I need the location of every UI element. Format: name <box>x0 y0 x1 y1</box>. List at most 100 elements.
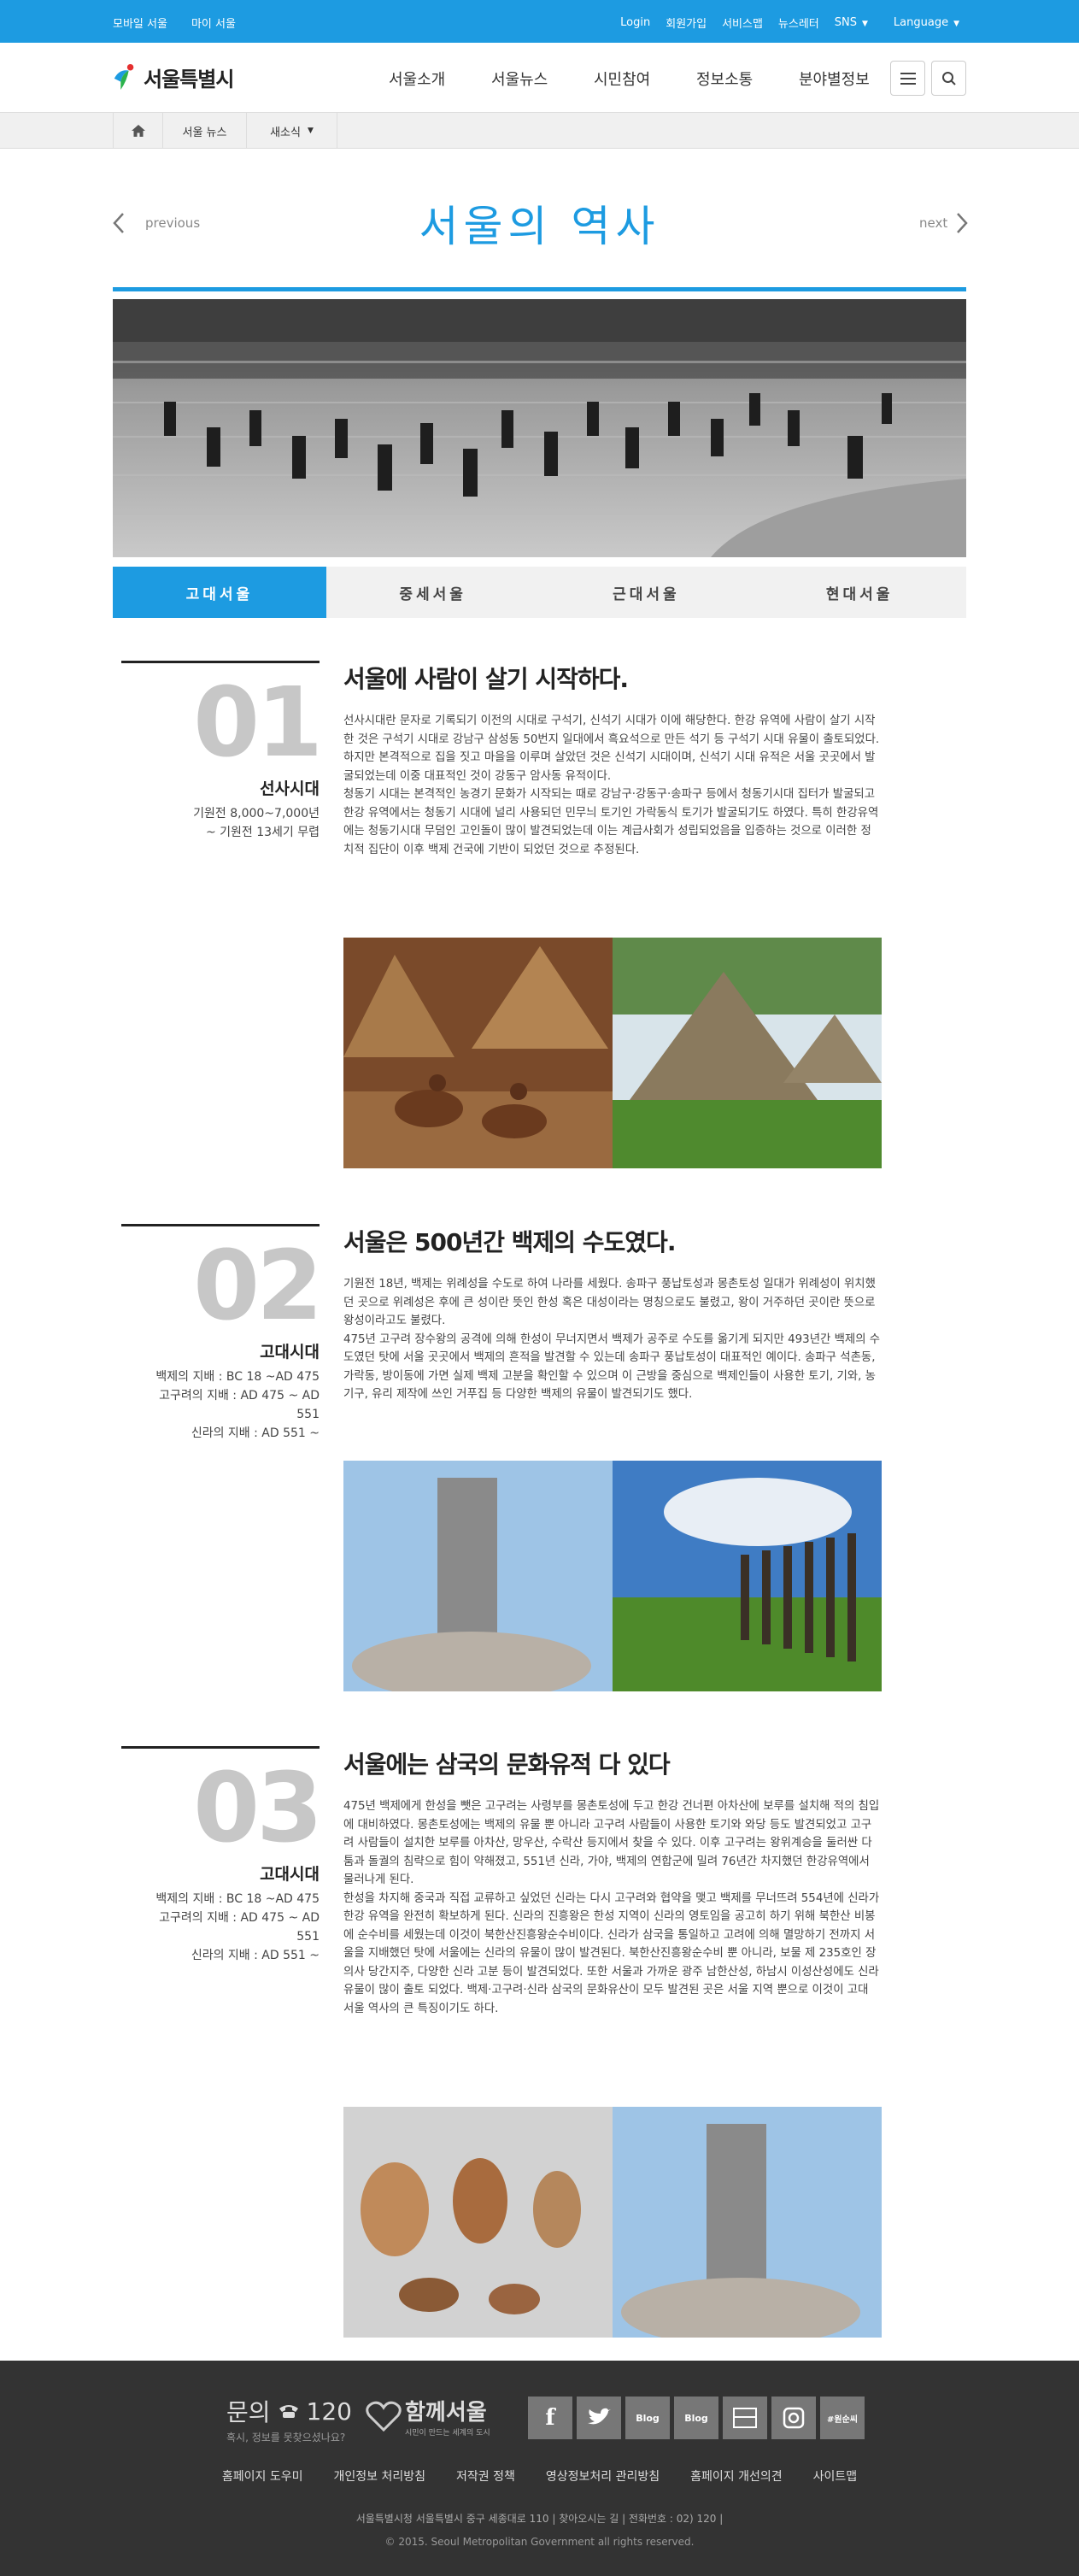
mayor-sns-label: #원순씨 <box>827 2414 858 2425</box>
nav-item-seoul-intro[interactable]: 서울소개 <box>389 68 491 90</box>
sns-label: SNS <box>834 16 857 29</box>
chevron-down-icon: ▼ <box>953 20 959 28</box>
contact-block: 문의 120 혹시, 정보를 못찾으셨나요? <box>226 2394 352 2444</box>
tab-early-modern-seoul[interactable]: 근대서울 <box>540 567 754 618</box>
service-map-link[interactable]: 서비스맵 <box>722 15 763 31</box>
section-body: 서울에는 삼국의 문화유적 다 있다 475년 백제에게 한성을 뺏은 고구려는… <box>343 1746 882 2018</box>
contact-label: 문의 <box>226 2398 271 2426</box>
page-title: 서울의 역사 <box>419 202 660 251</box>
twitter-icon <box>588 2408 611 2425</box>
footer-link-sitemap[interactable]: 사이트맵 <box>813 2467 858 2485</box>
footer-link-copyright[interactable]: 저작권 정책 <box>456 2467 515 2485</box>
language-label: Language <box>893 16 949 29</box>
title-divider <box>113 287 966 291</box>
breadcrumb: 서울 뉴스 새소식 ▼ <box>0 113 1079 149</box>
section-number: 01 <box>193 668 323 779</box>
newsletter-link[interactable]: 뉴스레터 <box>778 15 819 31</box>
instagram-button[interactable] <box>771 2397 816 2439</box>
mayor-sns-button[interactable]: #원순씨 <box>820 2397 865 2439</box>
pottery-artifacts-photo <box>343 2107 613 2338</box>
section-paragraph: 청동기 시대는 본격적인 농경기 문화가 시작되는 때로 강남구·강동구·송파구… <box>343 788 879 856</box>
breadcrumb-item-newsitems[interactable]: 새소식 ▼ <box>247 113 337 149</box>
monument-stele-photo <box>343 1461 613 1691</box>
language-dropdown[interactable]: Language ▼ <box>894 16 959 29</box>
login-link[interactable]: Login <box>620 16 650 29</box>
section-number: 03 <box>193 1753 323 1864</box>
menu-button[interactable] <box>890 61 925 96</box>
nav-item-info[interactable]: 정보소통 <box>696 68 799 90</box>
section-meta: 03 고대시대 백제의 지배 : BC 18 ~AD 475 고구려의 지배 :… <box>121 1746 323 1965</box>
naver-blog-button[interactable]: Blog <box>674 2397 718 2439</box>
seoul-logo[interactable]: 서울특별시 <box>111 62 234 92</box>
slogan-sub: 시민이 만드는 세계의 도시 <box>405 2429 490 2438</box>
instagram-icon <box>783 2407 805 2429</box>
sns-dropdown[interactable]: SNS ▼ <box>835 16 868 29</box>
section-body: 서울은 500년간 백제의 수도였다. 기원전 18년, 백제는 위례성을 수도… <box>343 1224 882 1404</box>
amsadong-huts-photo <box>613 938 882 1168</box>
section-era: 고대시대 <box>260 1865 320 1884</box>
twitter-button[interactable] <box>577 2397 621 2439</box>
section-paragraph: 475년 고구려 장수왕의 공격에 의해 한성이 무너지면서 백제가 공주로 수… <box>343 1332 881 1402</box>
breadcrumb-item-label: 새소식 <box>270 126 301 139</box>
global-nav: 서울소개 서울뉴스 시민참여 정보소통 분야별정보 <box>389 68 901 90</box>
section-meta: 01 선사시대 기원전 8,000~7,000년 ~ 기원전 13세기 무렵 <box>121 661 323 842</box>
hamburger-icon <box>900 72 916 85</box>
footer-address: 서울특별시청 서울특별시 중구 세종대로 110 | 찾아오시는 길 | 전화번… <box>355 2513 724 2525</box>
tab-modern-seoul[interactable]: 현대서울 <box>753 567 966 618</box>
section-meta: 02 고대시대 백제의 지배 : BC 18 ~AD 475 고구려의 지배 :… <box>121 1224 323 1443</box>
footer-copyright: © 2015. Seoul Metropolitan Government al… <box>384 2536 695 2548</box>
section-text: 기원전 18년, 백제는 위례성을 수도로 하여 나라를 세웠다. 송파구 풍납… <box>343 1275 882 1404</box>
section-heading: 서울은 500년간 백제의 수도였다. <box>343 1228 676 1256</box>
section-era: 선사시대 <box>260 779 320 798</box>
logo-text: 서울특별시 <box>144 67 234 91</box>
main-header: 서울특별시 서울소개 서울뉴스 시민참여 정보소통 분야별정보 <box>0 43 1079 113</box>
webtoon-button[interactable] <box>723 2397 767 2439</box>
nav-item-fields[interactable]: 분야별정보 <box>799 68 901 90</box>
footer-link-help[interactable]: 홈페이지 도우미 <box>222 2467 303 2485</box>
site-footer: 문의 120 혹시, 정보를 못찾으셨나요? 함께서울 시민이 만드는 세계의 … <box>0 2361 1079 2576</box>
heart-logo-icon <box>366 2401 402 2432</box>
tab-medieval-seoul[interactable]: 중세서울 <box>326 567 540 618</box>
signup-link[interactable]: 회원가입 <box>666 15 707 31</box>
my-seoul-link[interactable]: 마이 서울 <box>191 15 236 31</box>
next-link[interactable]: next <box>919 212 968 234</box>
section-image-pair <box>343 2107 882 2338</box>
section-period: 백제의 지배 : BC 18 ~AD 475 고구려의 지배 : AD 475 … <box>155 1892 320 1962</box>
section-text: 475년 백제에게 한성을 뺏은 고구려는 사령부를 몽촌토성에 두고 한강 건… <box>343 1797 882 2018</box>
section-image-pair <box>343 1461 882 1691</box>
breadcrumb-item-news[interactable]: 서울 뉴스 <box>163 113 247 149</box>
nav-item-seoul-news[interactable]: 서울뉴스 <box>491 68 594 90</box>
footer-link-feedback[interactable]: 홈페이지 개선의견 <box>690 2467 783 2485</box>
section-paragraph: 선사시대란 문자로 기록되기 이전의 시대로 구석기, 신석기 시대가 이에 해… <box>343 715 880 783</box>
facebook-button[interactable]: f <box>528 2397 572 2439</box>
slogan: 함께서울 <box>405 2400 487 2426</box>
search-button[interactable] <box>931 61 966 96</box>
section-era: 고대시대 <box>260 1343 320 1362</box>
tab-ancient-seoul[interactable]: 고대서울 <box>113 567 326 618</box>
contact-sub: 혹시, 정보를 못찾으셨나요? <box>226 2432 346 2444</box>
section-paragraph: 기원전 18년, 백제는 위례성을 수도로 하여 나라를 세웠다. 송파구 풍납… <box>343 1278 876 1327</box>
footer-link-privacy[interactable]: 개인정보 처리방침 <box>333 2467 425 2485</box>
section-number: 02 <box>193 1231 323 1342</box>
mobile-seoul-link[interactable]: 모바일 서울 <box>113 15 167 31</box>
footer-link-cctv-policy[interactable]: 영상정보처리 관리방침 <box>546 2467 660 2485</box>
fortress-wall-photo <box>613 1461 882 1691</box>
home-icon <box>131 125 145 137</box>
prehistoric-diorama-photo <box>343 938 613 1168</box>
contact-number: 120 <box>306 2397 352 2426</box>
chevron-down-icon: ▼ <box>862 20 868 28</box>
blog-button[interactable]: Blog <box>625 2397 670 2439</box>
section-period: 백제의 지배 : BC 18 ~AD 475 고구려의 지배 : AD 475 … <box>155 1370 320 1440</box>
nav-item-citizen[interactable]: 시민참여 <box>594 68 696 90</box>
section-body: 서울에 사람이 살기 시작하다. 선사시대란 문자로 기록되기 이전의 시대로 … <box>343 661 882 859</box>
section-paragraph: 475년 백제에게 한성을 뺏은 고구려는 사령부를 몽촌토성에 두고 한강 건… <box>343 1800 880 1886</box>
blog-label: Blog <box>684 2412 708 2424</box>
chevron-down-icon: ▼ <box>307 126 314 135</box>
section-text: 선사시대란 문자로 기록되기 이전의 시대로 구석기, 신석기 시대가 이에 해… <box>343 712 882 859</box>
section-paragraph: 한성을 차지해 중국과 직접 교류하고 싶었던 신라는 다시 고구려와 협약을 … <box>343 1891 880 2015</box>
sns-links: f Blog Blog #원순씨 <box>528 2397 865 2439</box>
home-button[interactable] <box>114 113 163 149</box>
stele-photo <box>613 2107 882 2338</box>
cartoon-icon <box>733 2408 757 2428</box>
footer-links: 홈페이지 도우미 개인정보 처리방침 저작권 정책 영상정보처리 관리방침 홈페… <box>0 2467 1079 2485</box>
